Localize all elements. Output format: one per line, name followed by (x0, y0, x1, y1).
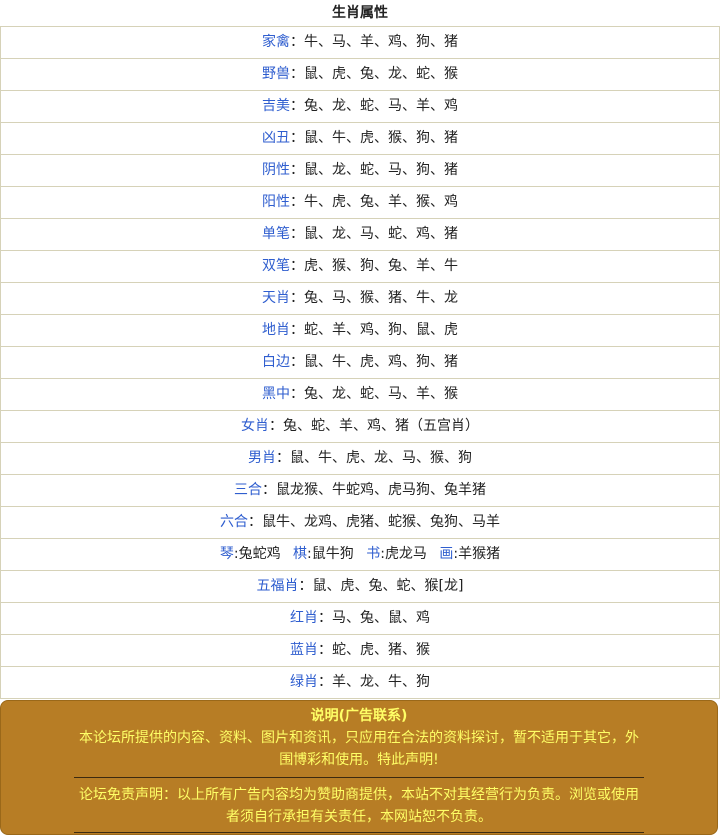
attribute-label: 六合 (220, 514, 248, 530)
attribute-row-xiongchou: 凶丑：鼠、牛、虎、猴、狗、猪 (1, 123, 719, 155)
attribute-value: 鼠龙猴、牛蛇鸡、虎马狗、兔羊猪 (276, 482, 486, 498)
notice-divider (74, 777, 644, 778)
attribute-value: 蛇、羊、鸡、狗、鼠、虎 (304, 322, 458, 338)
attribute-label: 野兽 (262, 66, 290, 82)
attribute-row-dixiao: 地肖：蛇、羊、鸡、狗、鼠、虎 (1, 315, 719, 347)
attribute-label: 红肖 (290, 610, 318, 626)
attribute-value: 牛、马、羊、鸡、狗、猪 (304, 34, 458, 50)
attribute-label: 画 (439, 546, 454, 562)
attribute-row-jimei: 吉美：兔、龙、蛇、马、羊、鸡 (1, 91, 719, 123)
attribute-label: 吉美 (262, 98, 290, 114)
attribute-value: 鼠、牛、虎、鸡、狗、猪 (304, 354, 458, 370)
attribute-label: 男肖 (248, 450, 276, 466)
attribute-label: 双笔 (262, 258, 290, 274)
attribute-value: 虎龙马 (384, 546, 427, 562)
attribute-row-baibian: 白边：鼠、牛、虎、鸡、狗、猪 (1, 347, 719, 379)
attribute-row-danbi: 单笔：鼠、龙、马、蛇、鸡、猪 (1, 219, 719, 251)
page-title: 生肖属性 (0, 0, 720, 27)
attribute-value: 虎、猴、狗、兔、羊、牛 (304, 258, 458, 274)
attribute-value: 兔、马、猴、猪、牛、龙 (304, 290, 458, 306)
attribute-label: 白边 (262, 354, 290, 370)
attribute-value: 牛、虎、兔、羊、猴、鸡 (304, 194, 458, 210)
attribute-label: 阳性 (262, 194, 290, 210)
attribute-row-lvxiao: 绿肖：羊、龙、牛、狗 (1, 667, 719, 699)
attribute-label: 家禽 (262, 34, 290, 50)
notice-text: 本论坛所提供的内容、资料、图片和资讯，只应用在合法的资料探讨，暂不适用于其它，外… (79, 730, 639, 768)
attribute-label: 女肖 (241, 418, 269, 434)
attribute-value: 鼠、虎、兔、龙、蛇、猴 (304, 66, 458, 82)
zodiac-attributes-page: 生肖属性 家禽：牛、马、羊、鸡、狗、猪 野兽：鼠、虎、兔、龙、蛇、猴 吉美：兔、… (0, 0, 720, 835)
attribute-label: 黑中 (262, 386, 290, 402)
attribute-row-yeshou: 野兽：鼠、虎、兔、龙、蛇、猴 (1, 59, 719, 91)
attribute-row-tianxiao: 天肖：兔、马、猴、猪、牛、龙 (1, 283, 719, 315)
attribute-value: 羊、龙、牛、狗 (332, 674, 430, 690)
attribute-label: 阴性 (262, 162, 290, 178)
attribute-row-lanxiao: 蓝肖：蛇、虎、猪、猴 (1, 635, 719, 667)
attribute-row-hongxiao: 红肖：马、兔、鼠、鸡 (1, 603, 719, 635)
attribute-row-liuhe: 六合：鼠牛、龙鸡、虎猪、蛇猴、兔狗、马羊 (1, 507, 719, 539)
attribute-row-wufuxiao: 五福肖：鼠、虎、兔、蛇、猴[龙] (1, 571, 719, 603)
attribute-label: 书 (366, 546, 381, 562)
disclaimer-text: 论坛免责声明：以上所有广告内容均为赞助商提供，本站不对其经营行为负责。浏览或使用… (79, 787, 639, 825)
attribute-value: 兔、龙、蛇、马、羊、鸡 (304, 98, 458, 114)
attribute-value: 鼠、虎、兔、蛇、猴[龙] (312, 578, 464, 594)
attribute-row-heizhong: 黑中：兔、龙、蛇、马、羊、猴 (1, 379, 719, 411)
attribute-value: 兔、蛇、羊、鸡、猪（五宫肖） (283, 418, 479, 434)
attribute-label: 棋 (293, 546, 308, 562)
attribute-row-shuangbi: 双笔：虎、猴、狗、兔、羊、牛 (1, 251, 719, 283)
attribute-value: 兔、龙、蛇、马、羊、猴 (304, 386, 458, 402)
attribute-row-sanhe: 三合：鼠龙猴、牛蛇鸡、虎马狗、兔羊猪 (1, 475, 719, 507)
attribute-row-yinxing: 阴性：鼠、龙、蛇、马、狗、猪 (1, 155, 719, 187)
notice-divider-bottom (74, 832, 644, 833)
attribute-value: 鼠、牛、虎、龙、马、猴、狗 (290, 450, 472, 466)
attribute-value: 鼠牛狗 (311, 546, 354, 562)
attribute-row-jiaqin: 家禽：牛、马、羊、鸡、狗、猪 (1, 27, 719, 59)
attribute-label: 蓝肖 (290, 642, 318, 658)
attribute-value: 羊猴猪 (458, 546, 501, 562)
hua-group: 画:羊猴猪 (439, 546, 501, 562)
attribute-value: 蛇、虎、猪、猴 (332, 642, 430, 658)
attribute-label: 凶丑 (262, 130, 290, 146)
attribute-value: 兔蛇鸡 (238, 546, 281, 562)
attribute-table: 家禽：牛、马、羊、鸡、狗、猪 野兽：鼠、虎、兔、龙、蛇、猴 吉美：兔、龙、蛇、马… (0, 27, 720, 699)
attribute-label: 五福肖 (256, 578, 299, 594)
attribute-row-qinqishuhua: 琴:兔蛇鸡 棋:鼠牛狗 书:虎龙马 画:羊猴猪 (1, 539, 719, 571)
attribute-value: 鼠、牛、虎、猴、狗、猪 (304, 130, 458, 146)
attribute-label: 绿肖 (290, 674, 318, 690)
attribute-value: 马、兔、鼠、鸡 (332, 610, 430, 626)
notice-box: 说明(广告联系) 本论坛所提供的内容、资料、图片和资讯，只应用在合法的资料探讨，… (0, 700, 718, 835)
attribute-value: 鼠牛、龙鸡、虎猪、蛇猴、兔狗、马羊 (262, 514, 500, 530)
attribute-label: 琴 (219, 546, 234, 562)
attribute-row-nanxiao: 男肖：鼠、牛、虎、龙、马、猴、狗 (1, 443, 719, 475)
qi-group: 棋:鼠牛狗 (293, 546, 354, 562)
attribute-row-yangxing: 阳性：牛、虎、兔、羊、猴、鸡 (1, 187, 719, 219)
qin-group: 琴:兔蛇鸡 (219, 546, 281, 562)
notice-title: 说明(广告联系) (310, 708, 408, 724)
attribute-label: 三合 (234, 482, 262, 498)
attribute-value: 鼠、龙、蛇、马、狗、猪 (304, 162, 458, 178)
attribute-row-nvxiao: 女肖：兔、蛇、羊、鸡、猪（五宫肖） (1, 411, 719, 443)
shu-group: 书:虎龙马 (366, 546, 427, 562)
attribute-label: 地肖 (262, 322, 290, 338)
attribute-label: 单笔 (262, 226, 290, 242)
attribute-value: 鼠、龙、马、蛇、鸡、猪 (304, 226, 458, 242)
attribute-label: 天肖 (262, 290, 290, 306)
